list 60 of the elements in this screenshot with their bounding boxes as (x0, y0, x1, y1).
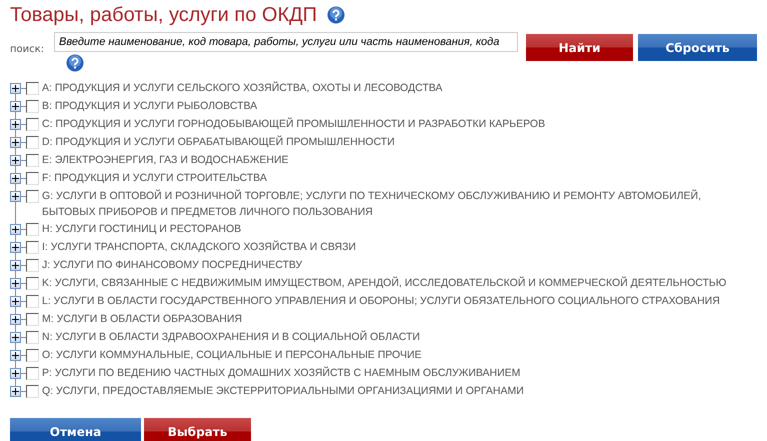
tree-item-label[interactable]: O: УСЛУГИ КОММУНАЛЬНЫЕ, СОЦИАЛЬНЫЕ И ПЕРСОНАЛЬНЫЕ ПРОЧИЕ (42, 346, 422, 363)
expand-toggle[interactable] (10, 278, 21, 289)
checkbox[interactable] (26, 295, 39, 308)
reset-button[interactable]: Сбросить (638, 34, 757, 61)
select-button[interactable]: Выбрать (144, 418, 251, 441)
expand-toggle[interactable] (10, 350, 21, 361)
page-title: Товары, работы, услуги по ОКДП (10, 4, 318, 26)
expand-toggle[interactable] (10, 260, 21, 271)
checkbox[interactable] (26, 331, 39, 344)
expand-toggle[interactable] (10, 119, 21, 130)
find-button[interactable]: Найти (526, 34, 634, 61)
search-field[interactable]: Введите наименование, код товара, работы, услуги или часть наименования, кода (54, 32, 518, 52)
checkbox[interactable] (26, 154, 39, 167)
checkbox[interactable] (26, 136, 39, 149)
tree-item-label[interactable]: I: УСЛУГИ ТРАНСПОРТА, СКЛАДСКОГО ХОЗЯЙСТВА И СВЯЗИ (42, 238, 356, 255)
expand-toggle[interactable] (10, 386, 21, 397)
help-icon[interactable] (66, 54, 84, 72)
expand-toggle[interactable] (10, 137, 21, 148)
checkbox[interactable] (26, 367, 39, 380)
expand-toggle[interactable] (10, 191, 21, 202)
expand-toggle[interactable] (10, 173, 21, 184)
tree-item-label[interactable]: Q: УСЛУГИ, ПРЕДОСТАВЛЯЕМЫЕ ЭКСТЕРРИТОРИАЛЬНЫМИ ОРГАНИЗАЦИЯМИ И ОРГАНАМИ (42, 382, 524, 399)
tree-item-label[interactable]: P: УСЛУГИ ПО ВЕДЕНИЮ ЧАСТНЫХ ДОМАШНИХ ХОЗЯЙСТВ С НАЕМНЫМ ОБСЛУЖИВАНИЕМ (42, 364, 520, 381)
tree-item-label[interactable]: F: ПРОДУКЦИЯ И УСЛУГИ СТРОИТЕЛЬСТВА (42, 169, 267, 186)
tree-item-label[interactable]: A: ПРОДУКЦИЯ И УСЛУГИ СЕЛЬСКОГО ХОЗЯЙСТВА, ОХОТЫ И ЛЕСОВОДСТВА (42, 79, 442, 96)
checkbox[interactable] (26, 349, 39, 362)
checkbox[interactable] (26, 100, 39, 113)
checkbox[interactable] (26, 385, 39, 398)
checkbox[interactable] (26, 172, 39, 185)
cancel-button[interactable]: Отмена (10, 418, 141, 441)
expand-toggle[interactable] (10, 224, 21, 235)
tree-item-label[interactable]: N: УСЛУГИ В ОБЛАСТИ ЗДРАВООХРАНЕНИЯ И В СОЦИАЛЬНОЙ ОБЛАСТИ (42, 328, 420, 345)
checkbox[interactable] (26, 241, 39, 254)
expand-toggle[interactable] (10, 155, 21, 166)
tree-item-label[interactable]: B: ПРОДУКЦИЯ И УСЛУГИ РЫБОЛОВСТВА (42, 97, 258, 114)
checkbox[interactable] (26, 82, 39, 95)
search-label: поиск: (10, 44, 46, 55)
checkbox[interactable] (26, 259, 39, 272)
expand-toggle[interactable] (10, 332, 21, 343)
checkbox[interactable] (26, 313, 39, 326)
tree-item-label[interactable]: G: УСЛУГИ В ОПТОВОЙ И РОЗНИЧНОЙ ТОРГОВЛЕ; УСЛУГИ ПО ТЕХНИЧЕСКОМУ ОБСЛУЖИВАНИЮ И РЕМОНТУ АВТОМОБИЛЕЙ, БЫТОВЫХ ПРИБОРОВ И ПРЕДМЕТОВ ЛИЧНОГО ПОЛЬЗОВАНИЯ (42, 187, 757, 220)
checkbox[interactable] (26, 223, 39, 236)
expand-toggle[interactable] (10, 242, 21, 253)
tree-item-label[interactable]: M: УСЛУГИ В ОБЛАСТИ ОБРАЗОВАНИЯ (42, 310, 242, 327)
tree-item-label[interactable]: E: ЭЛЕКТРОЭНЕРГИЯ, ГАЗ И ВОДОСНАБЖЕНИЕ (42, 151, 289, 168)
expand-toggle[interactable] (10, 101, 21, 112)
tree-item-label[interactable]: D: ПРОДУКЦИЯ И УСЛУГИ ОБРАБАТЫВАЮЩЕЙ ПРОМЫШЛЕННОСТИ (42, 133, 395, 150)
tree-item-label[interactable]: C: ПРОДУКЦИЯ И УСЛУГИ ГОРНОДОБЫВАЮЩЕЙ ПРОМЫШЛЕННОСТИ И РАЗРАБОТКИ КАРЬЕРОВ (42, 115, 546, 132)
tree-item-label[interactable]: L: УСЛУГИ В ОБЛАСТИ ГОСУДАРСТВЕННОГО УПРАВЛЕНИЯ И ОБОРОНЫ; УСЛУГИ ОБЯЗАТЕЛЬНОГО СОЦИАЛЬНОГО СТРАХОВАНИЯ (42, 292, 720, 309)
expand-toggle[interactable] (10, 314, 21, 325)
expand-toggle[interactable] (10, 83, 21, 94)
tree-item-label[interactable]: J: УСЛУГИ ПО ФИНАНСОВОМУ ПОСРЕДНИЧЕСТВУ (42, 256, 302, 273)
expand-toggle[interactable] (10, 368, 21, 379)
checkbox[interactable] (26, 118, 39, 131)
checkbox[interactable] (26, 190, 39, 203)
tree-item-label[interactable]: H: УСЛУГИ ГОСТИНИЦ И РЕСТОРАНОВ (42, 220, 242, 237)
expand-toggle[interactable] (10, 296, 21, 307)
checkbox[interactable] (26, 277, 39, 290)
tree-item-label[interactable]: K: УСЛУГИ, СВЯЗАННЫЕ С НЕДВИЖИМЫМ ИМУЩЕСТВОМ, АРЕНДОЙ, ИССЛЕДОВАТЕЛЬСКОЙ И КОММЕРЧЕСКОЙ ДЕЯТЕЛЬНОСТЬЮ (42, 274, 726, 291)
help-icon[interactable] (327, 6, 346, 24)
